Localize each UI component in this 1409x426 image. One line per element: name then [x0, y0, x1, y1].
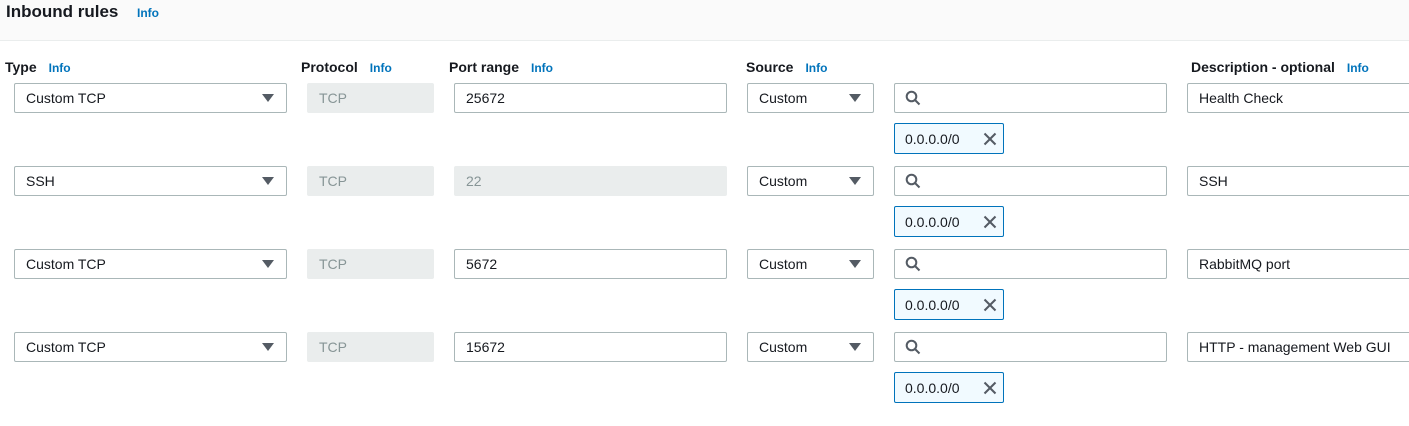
source-select[interactable]: Custom	[747, 249, 874, 279]
description-input[interactable]: RabbitMQ port	[1187, 249, 1409, 279]
protocol-info-link[interactable]: Info	[370, 61, 392, 75]
cidr-token-label: 0.0.0.0/0	[905, 296, 960, 313]
column-label-source: Source	[746, 59, 794, 75]
cidr-token-label: 0.0.0.0/0	[905, 130, 960, 147]
column-label-description: Description - optional	[1191, 59, 1335, 75]
port-range-input: 22	[454, 166, 727, 196]
type-info-link[interactable]: Info	[49, 61, 71, 75]
search-icon	[905, 173, 921, 189]
column-label-type: Type	[5, 59, 37, 75]
port-range-value: 25672	[466, 90, 505, 106]
source-info-link[interactable]: Info	[805, 61, 827, 75]
close-icon[interactable]	[983, 132, 997, 146]
type-select-value: Custom TCP	[26, 256, 106, 272]
description-value: Health Check	[1199, 90, 1284, 106]
cidr-token: 0.0.0.0/0	[894, 206, 1004, 237]
caret-down-icon	[849, 343, 861, 351]
source-select[interactable]: Custom	[747, 332, 874, 362]
source-select-value: Custom	[759, 173, 808, 189]
source-select-value: Custom	[759, 256, 808, 272]
port-range-value: 22	[466, 173, 482, 189]
type-select-value: Custom TCP	[26, 90, 106, 106]
port-range-value: 5672	[466, 256, 498, 272]
source-select-value: Custom	[759, 90, 808, 106]
port-range-input[interactable]: 5672	[454, 249, 727, 279]
column-header-type: Type Info	[5, 59, 71, 75]
port-range-input[interactable]: 15672	[454, 332, 727, 362]
description-input[interactable]: Health Check	[1187, 83, 1409, 113]
column-header-description: Description - optional Info	[1191, 59, 1369, 75]
port-range-input[interactable]: 25672	[454, 83, 727, 113]
close-icon[interactable]	[983, 381, 997, 395]
caret-down-icon	[262, 94, 274, 102]
column-header-protocol: Protocol Info	[301, 59, 392, 75]
source-select[interactable]: Custom	[747, 83, 874, 113]
caret-down-icon	[849, 177, 861, 185]
caret-down-icon	[262, 177, 274, 185]
description-input[interactable]: HTTP - management Web GUI	[1187, 332, 1409, 362]
search-icon	[905, 256, 921, 272]
protocol-field: TCP	[307, 249, 434, 279]
protocol-field: TCP	[307, 83, 434, 113]
type-select-value: SSH	[26, 173, 55, 189]
search-icon	[905, 90, 921, 106]
cidr-search-input[interactable]	[894, 83, 1167, 113]
close-icon[interactable]	[983, 298, 997, 312]
protocol-value: TCP	[319, 256, 347, 272]
cidr-search-input[interactable]	[894, 166, 1167, 196]
column-label-port-range: Port range	[449, 59, 520, 75]
type-select[interactable]: Custom TCP	[14, 83, 287, 113]
column-header-source: Source Info	[746, 59, 827, 75]
caret-down-icon	[849, 260, 861, 268]
cidr-token: 0.0.0.0/0	[894, 372, 1004, 403]
description-input[interactable]: SSH	[1187, 166, 1409, 196]
caret-down-icon	[262, 343, 274, 351]
description-value: RabbitMQ port	[1199, 256, 1291, 272]
page-title: Inbound rules	[6, 2, 119, 21]
source-select[interactable]: Custom	[747, 166, 874, 196]
cidr-token-label: 0.0.0.0/0	[905, 379, 960, 396]
cidr-token-label: 0.0.0.0/0	[905, 213, 960, 230]
cidr-search-input[interactable]	[894, 332, 1167, 362]
description-value: SSH	[1199, 173, 1228, 189]
column-label-protocol: Protocol	[301, 59, 358, 75]
port-range-info-link[interactable]: Info	[531, 61, 553, 75]
type-select[interactable]: SSH	[14, 166, 287, 196]
source-select-value: Custom	[759, 339, 808, 355]
protocol-value: TCP	[319, 339, 347, 355]
description-info-link[interactable]: Info	[1347, 61, 1369, 75]
port-range-value: 15672	[466, 339, 505, 355]
protocol-field: TCP	[307, 332, 434, 362]
search-icon	[905, 339, 921, 355]
cidr-token: 0.0.0.0/0	[894, 123, 1004, 154]
close-icon[interactable]	[983, 215, 997, 229]
caret-down-icon	[262, 260, 274, 268]
column-header-port-range: Port range Info	[449, 59, 553, 75]
type-select-value: Custom TCP	[26, 339, 106, 355]
description-value: HTTP - management Web GUI	[1199, 339, 1391, 355]
cidr-token: 0.0.0.0/0	[894, 289, 1004, 320]
protocol-value: TCP	[319, 173, 347, 189]
caret-down-icon	[849, 94, 861, 102]
protocol-value: TCP	[319, 90, 347, 106]
protocol-field: TCP	[307, 166, 434, 196]
title-info-link[interactable]: Info	[137, 6, 159, 20]
cidr-search-input[interactable]	[894, 249, 1167, 279]
type-select[interactable]: Custom TCP	[14, 332, 287, 362]
section-header	[0, 0, 1409, 41]
type-select[interactable]: Custom TCP	[14, 249, 287, 279]
